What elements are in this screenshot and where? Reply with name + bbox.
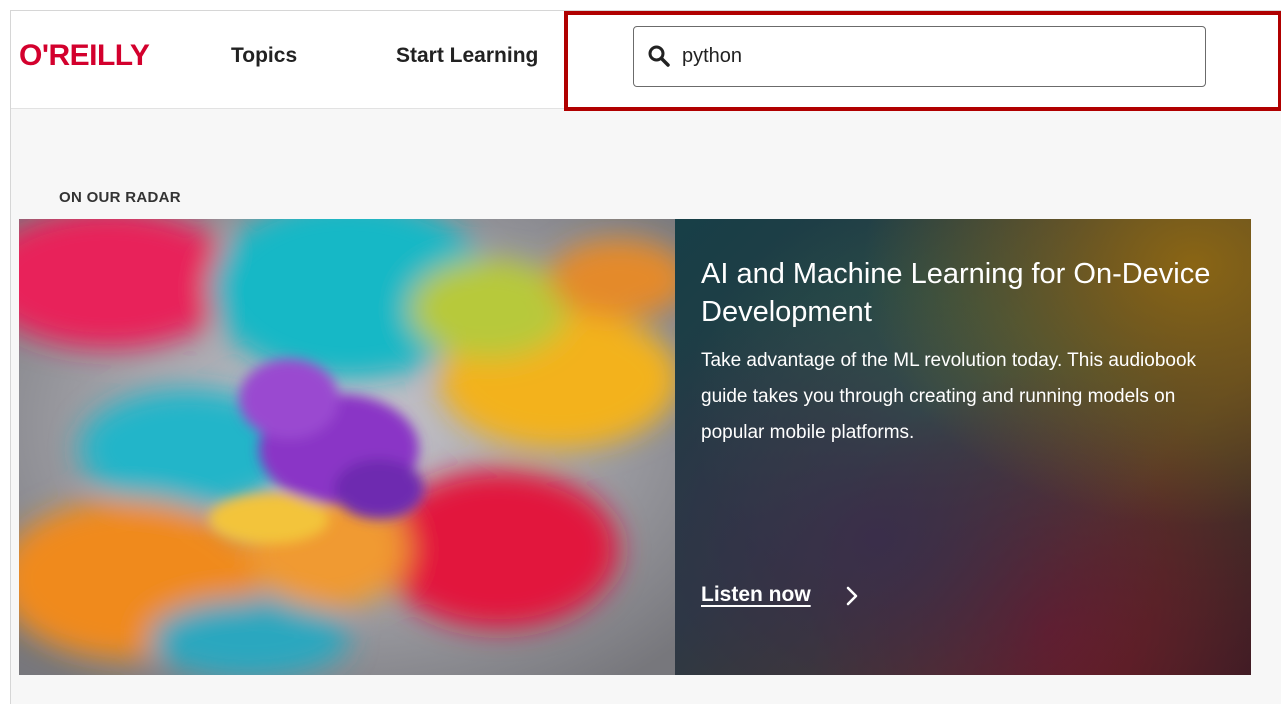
nav-topics[interactable]: Topics bbox=[231, 44, 297, 68]
color-powder-explosion-image[interactable] bbox=[19, 219, 675, 675]
page: O'REILLY Topics Start Learning ON OUR RA… bbox=[10, 10, 1281, 704]
listen-now-link[interactable]: Listen now bbox=[701, 583, 811, 607]
featured-banner[interactable]: AI and Machine Learning for On-Device De… bbox=[19, 219, 1251, 675]
oreilly-logo[interactable]: O'REILLY bbox=[19, 39, 150, 73]
featured-content-panel: AI and Machine Learning for On-Device De… bbox=[675, 219, 1251, 675]
nav-start-learning[interactable]: Start Learning bbox=[396, 44, 564, 68]
section-label: ON OUR RADAR bbox=[59, 189, 181, 206]
search-highlight-box bbox=[564, 11, 1281, 111]
featured-description: Take advantage of the ML revolution toda… bbox=[701, 350, 1197, 443]
featured-title[interactable]: AI and Machine Learning for On-Device De… bbox=[701, 255, 1221, 331]
chevron-right-icon[interactable] bbox=[845, 585, 859, 607]
